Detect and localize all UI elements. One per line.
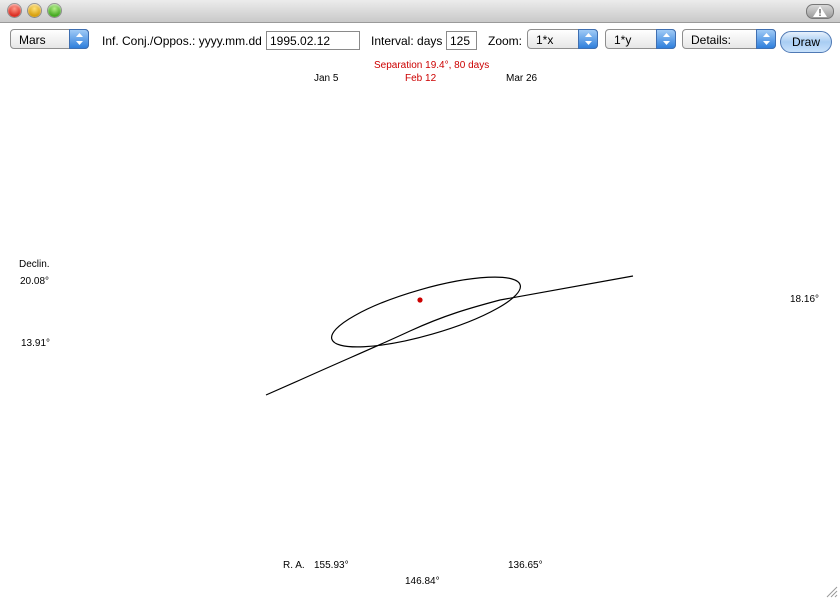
plot-area xyxy=(265,275,634,396)
planet-path xyxy=(265,275,634,396)
resize-grip-icon[interactable] xyxy=(826,586,838,598)
retrograde-loop xyxy=(330,276,522,348)
opposition-marker xyxy=(417,297,423,303)
